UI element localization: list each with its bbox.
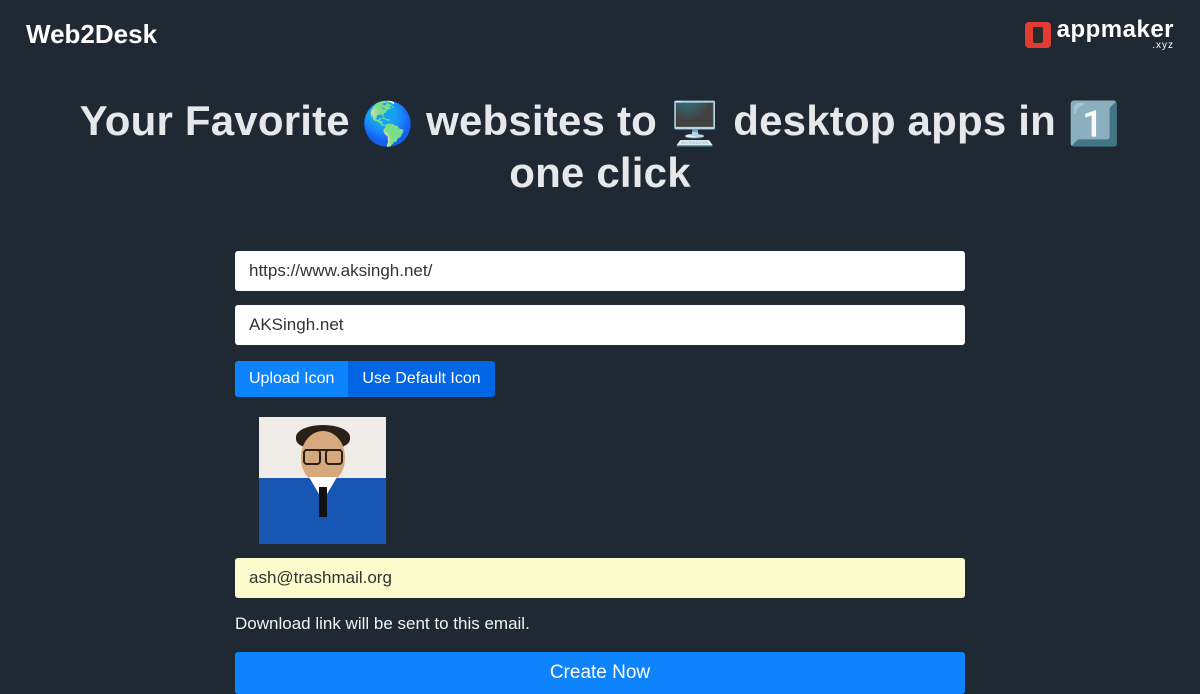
url-input[interactable] <box>235 251 965 291</box>
email-help-text: Download link will be sent to this email… <box>235 614 965 634</box>
hero-post: one click <box>509 149 691 196</box>
appmaker-subtext: .xyz <box>1152 40 1174 51</box>
appmaker-text: appmaker <box>1057 18 1174 42</box>
app-name-input[interactable] <box>235 305 965 345</box>
globe-icon: 🌎 <box>362 100 415 147</box>
appmaker-icon <box>1025 22 1051 48</box>
email-input[interactable] <box>235 558 965 598</box>
brand-title[interactable]: Web2Desk <box>26 19 157 50</box>
icon-buttons-row: Upload Icon Use Default Icon <box>235 361 965 397</box>
appmaker-text-stack: appmaker .xyz <box>1057 18 1174 51</box>
hero-mid2: desktop apps in <box>721 97 1067 144</box>
form: Upload Icon Use Default Icon Download li… <box>235 251 965 694</box>
hero-mid1: websites to <box>414 97 669 144</box>
hero-headline: Your Favorite 🌎 websites to 🖥️ desktop a… <box>0 97 1200 197</box>
upload-icon-button[interactable]: Upload Icon <box>235 361 348 397</box>
header: Web2Desk appmaker .xyz <box>0 0 1200 51</box>
icon-preview-image <box>259 417 386 544</box>
one-icon: 1️⃣ <box>1068 100 1121 147</box>
hero-pre: Your Favorite <box>80 97 362 144</box>
desktop-icon: 🖥️ <box>669 100 722 147</box>
use-default-icon-button[interactable]: Use Default Icon <box>348 361 494 397</box>
appmaker-logo[interactable]: appmaker .xyz <box>1025 18 1174 51</box>
create-now-button[interactable]: Create Now <box>235 652 965 694</box>
